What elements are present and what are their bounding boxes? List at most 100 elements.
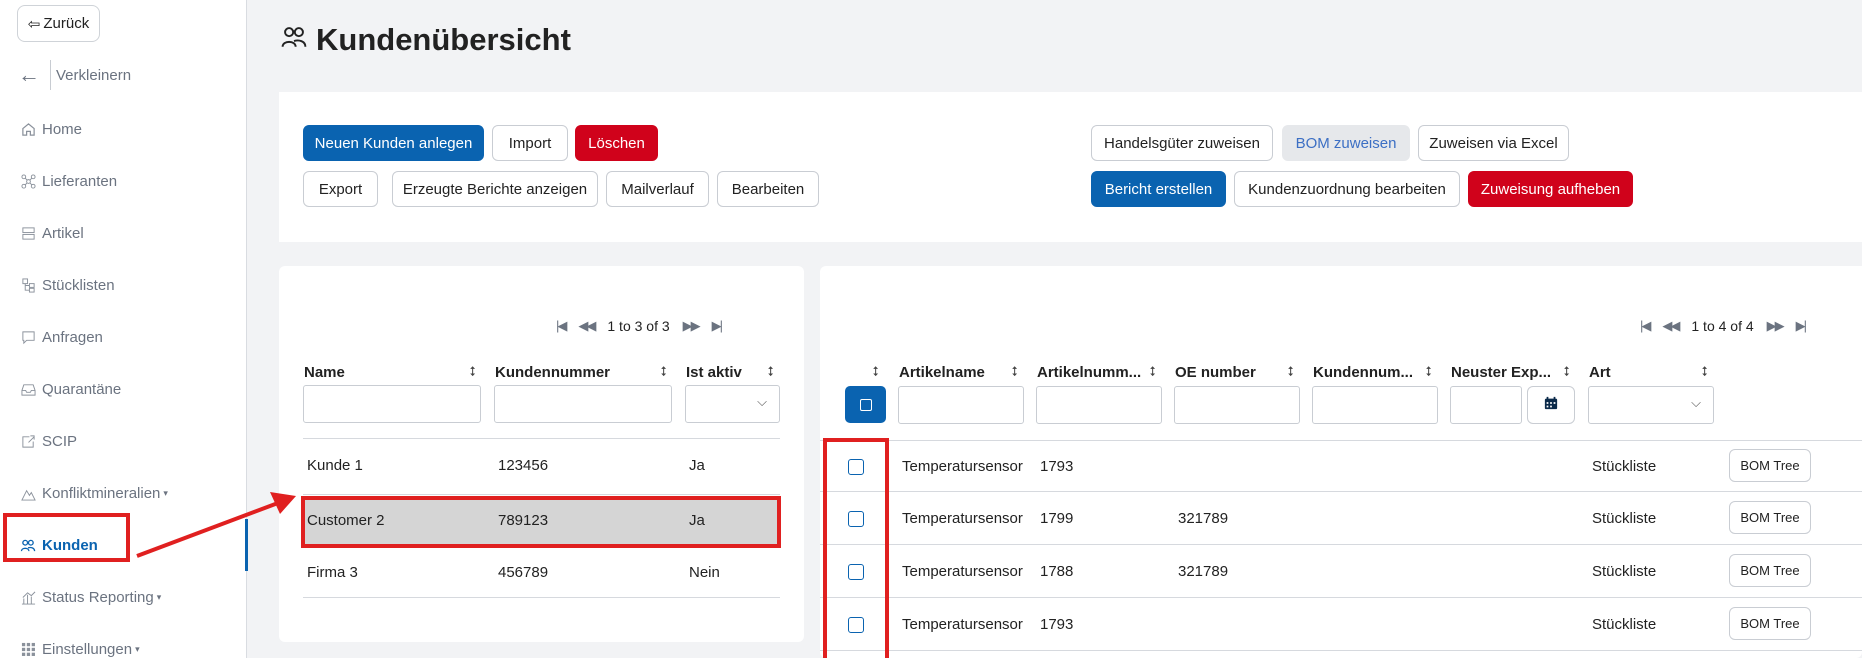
column-header-article-name[interactable]: Artikelname (899, 364, 985, 381)
bom-tree-button[interactable]: BOM Tree (1729, 607, 1811, 640)
mail-history-button[interactable]: Mailverlauf (606, 171, 709, 207)
bom-tree-button[interactable]: BOM Tree (1729, 554, 1811, 587)
chevron-down-icon: ▾ (135, 643, 140, 654)
collapse-separator (50, 60, 51, 90)
last-page-icon[interactable]: ▶| (712, 318, 723, 334)
table-row-selected[interactable]: Customer 2 789123 Ja (301, 496, 781, 548)
divider (303, 494, 780, 495)
chevron-down-icon: ▾ (163, 487, 168, 498)
import-button[interactable]: Import (492, 125, 568, 161)
next-page-icon[interactable]: ▶▶ (1767, 318, 1785, 334)
filter-active-select[interactable]: ⌵ (685, 385, 780, 423)
row-checkbox[interactable] (848, 459, 864, 475)
chart-icon (19, 590, 37, 605)
cell-name: Customer 2 (307, 512, 385, 529)
sort-icon[interactable]: ⭥ (469, 364, 476, 380)
cell-name: Firma 3 (307, 564, 358, 581)
page-title: Kundenübersicht (280, 22, 571, 58)
prev-page-icon[interactable]: ◀◀ (578, 318, 596, 334)
cell-article-name: Temperatursensor (902, 510, 1023, 527)
export-icon (19, 434, 37, 449)
reports-button[interactable]: Erzeugte Berichte anzeigen (392, 171, 598, 207)
sidebar-nav: Home Lieferanten Artikel Stücklisten Anf… (0, 103, 248, 658)
cell-oe-number: 321789 (1178, 510, 1229, 527)
first-page-icon[interactable]: |◀ (1640, 318, 1651, 334)
sort-icon[interactable]: ⭥ (767, 364, 774, 380)
sidebar-item-stuecklisten[interactable]: Stücklisten (0, 259, 247, 311)
sidebar-item-lieferanten[interactable]: Lieferanten (0, 155, 247, 207)
sort-icon[interactable]: ⭥ (1701, 364, 1708, 380)
sidebar-item-konfliktmineralien[interactable]: Konfliktmineralien ▾ (0, 467, 247, 519)
sidebar-item-status-reporting[interactable]: Status Reporting ▾ (0, 571, 247, 623)
sidebar-item-label: Lieferanten (42, 172, 118, 190)
sidebar-item-home[interactable]: Home (0, 103, 247, 155)
create-report-button[interactable]: Bericht erstellen (1091, 171, 1226, 207)
column-header-oe-number[interactable]: OE number (1175, 364, 1256, 381)
cell-article-number: 1788 (1040, 563, 1074, 580)
remove-assignment-button[interactable]: Zuweisung aufheben (1468, 171, 1633, 207)
sidebar-item-kunden[interactable]: Kunden (0, 519, 248, 571)
sort-icon[interactable]: ⭥ (1563, 364, 1570, 380)
filter-article-name-input[interactable] (898, 386, 1024, 424)
column-header-number[interactable]: Kundennummer (495, 364, 610, 381)
sidebar-item-label: Stücklisten (42, 276, 115, 294)
edit-assignment-button[interactable]: Kundenzuordnung bearbeiten (1234, 171, 1460, 207)
sidebar-item-quarantaene[interactable]: Quarantäne (0, 363, 247, 415)
arrow-left-icon: ← (18, 62, 40, 87)
sort-icon[interactable]: ⭥ (1149, 364, 1156, 380)
first-page-icon[interactable]: |◀ (556, 318, 567, 334)
prev-page-icon[interactable]: ◀◀ (1662, 318, 1680, 334)
next-page-icon[interactable]: ▶▶ (683, 318, 701, 334)
date-picker-button[interactable] (1527, 386, 1575, 424)
row-checkbox[interactable] (848, 617, 864, 633)
articles-pager: |◀ ◀◀ 1 to 4 of 4 ▶▶ ▶| (1640, 318, 1807, 334)
filter-oe-number-input[interactable] (1174, 386, 1300, 424)
server-icon (19, 226, 37, 241)
sidebar-item-scip[interactable]: SCIP (0, 415, 247, 467)
column-header-name[interactable]: Name (304, 364, 345, 381)
filter-number-input[interactable] (494, 385, 672, 423)
sidebar-item-label: Kunden (42, 536, 98, 554)
sidebar-item-artikel[interactable]: Artikel (0, 207, 247, 259)
row-checkbox[interactable] (848, 511, 864, 527)
sort-icon[interactable]: ⭥ (1011, 364, 1018, 380)
column-header-latest-export[interactable]: Neuster Exp... (1451, 364, 1551, 381)
sort-icon[interactable]: ⭥ (660, 364, 667, 380)
filter-article-number-input[interactable] (1036, 386, 1162, 424)
bom-tree-button[interactable]: BOM Tree (1729, 501, 1811, 534)
home-icon (19, 122, 37, 137)
export-button[interactable]: Export (303, 171, 378, 207)
edit-button[interactable]: Bearbeiten (717, 171, 819, 207)
cell-number: 789123 (498, 512, 549, 529)
column-header-customer-number[interactable]: Kundennum... (1313, 364, 1413, 381)
chat-icon (19, 330, 37, 345)
sort-icon[interactable]: ⭥ (1287, 364, 1294, 380)
back-button[interactable]: ⇦ Zurück (17, 5, 100, 42)
filter-latest-export-input[interactable] (1450, 386, 1522, 424)
new-customer-button[interactable]: Neuen Kunden anlegen (303, 125, 484, 161)
articles-panel: |◀ ◀◀ 1 to 4 of 4 ▶▶ ▶| ⭥ Artikelname ⭥ … (820, 266, 1862, 658)
filter-name-input[interactable] (303, 385, 481, 423)
row-checkbox[interactable] (848, 564, 864, 580)
assign-bom-button[interactable]: BOM zuweisen (1282, 125, 1410, 161)
assign-goods-button[interactable]: Handelsgüter zuweisen (1091, 125, 1273, 161)
sort-icon[interactable]: ⭥ (872, 364, 879, 380)
checkbox-square-icon (859, 398, 872, 411)
filter-type-select[interactable]: ⌵ (1588, 386, 1714, 424)
filter-customer-number-input[interactable] (1312, 386, 1438, 424)
select-all-checkbox[interactable] (845, 386, 886, 423)
sort-icon[interactable]: ⭥ (1425, 364, 1432, 380)
column-header-article-number[interactable]: Artikelnumm... (1037, 364, 1141, 381)
assign-excel-button[interactable]: Zuweisen via Excel (1418, 125, 1569, 161)
bom-tree-button[interactable]: BOM Tree (1729, 449, 1811, 482)
sidebar-item-anfragen[interactable]: Anfragen (0, 311, 247, 363)
cell-type: Stückliste (1592, 458, 1657, 475)
last-page-icon[interactable]: ▶| (1796, 318, 1807, 334)
column-header-active[interactable]: Ist aktiv (686, 364, 742, 381)
sidebar-item-label: Status Reporting (42, 588, 154, 606)
column-header-type[interactable]: Art (1589, 364, 1611, 381)
delete-button[interactable]: Löschen (575, 125, 658, 161)
collapse-sidebar-toggle[interactable]: ← Verkleinern (18, 60, 131, 90)
cell-article-number: 1793 (1040, 458, 1074, 475)
sidebar-item-einstellungen[interactable]: Einstellungen ▾ (0, 623, 247, 658)
